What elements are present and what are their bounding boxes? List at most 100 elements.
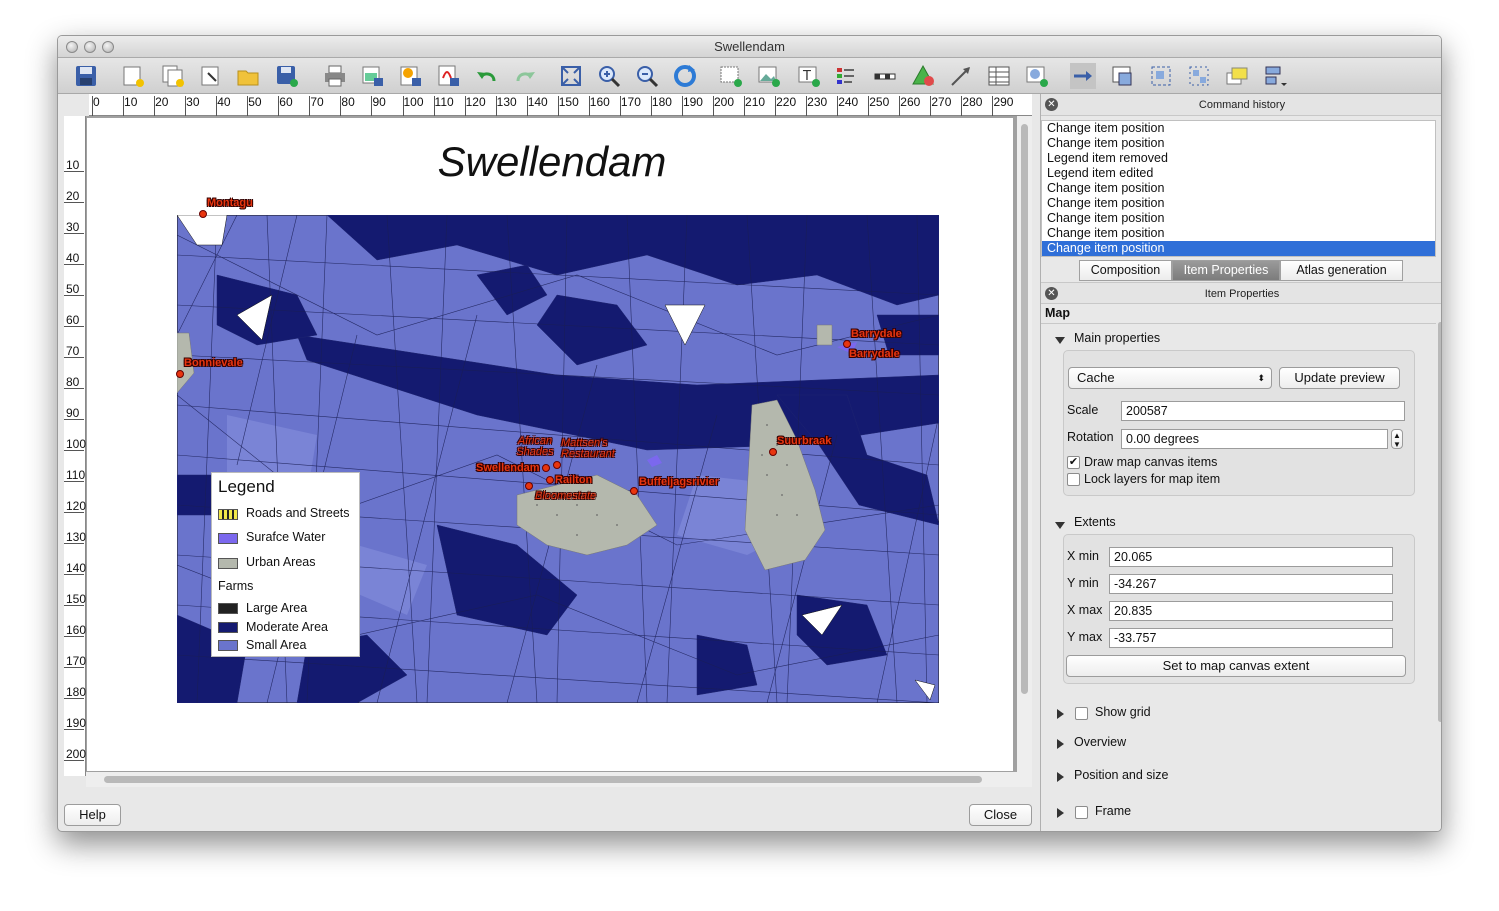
group-icon[interactable] [1148, 63, 1174, 89]
history-item[interactable]: Change item position [1042, 226, 1435, 241]
cache-mode-select[interactable]: Cache ⬍ [1068, 367, 1272, 389]
show-grid-checkbox[interactable] [1075, 707, 1088, 720]
legend-item[interactable]: Legend Roads and Streets Surafce Water U… [211, 472, 360, 657]
tab-composition[interactable]: Composition [1079, 260, 1172, 281]
composer-canvas[interactable]: Swellendam Legend Roads and Streets Sura… [86, 116, 1030, 772]
show-grid-label[interactable]: Show grid [1095, 705, 1151, 719]
properties-scrollbar[interactable] [1436, 320, 1441, 828]
window-title: Swellendam [714, 39, 785, 54]
xmin-field[interactable]: 20.065 [1109, 547, 1393, 567]
add-legend-icon[interactable] [834, 63, 860, 89]
zoom-in-icon[interactable] [596, 63, 622, 89]
scale-label: Scale [1067, 403, 1099, 417]
select-move-icon[interactable] [1070, 63, 1096, 89]
canvas-vertical-scrollbar[interactable] [1017, 116, 1032, 776]
add-html-icon[interactable] [1024, 63, 1050, 89]
overview-header[interactable]: Overview [1074, 735, 1126, 749]
xmax-field[interactable]: 20.835 [1109, 601, 1393, 621]
command-history-list[interactable]: Change item position Change item positio… [1041, 120, 1436, 257]
refresh-icon[interactable] [672, 63, 698, 89]
ruler-label: 10 [66, 158, 80, 172]
zoom-window-button[interactable] [102, 41, 114, 53]
extents-header[interactable]: Extents [1074, 515, 1116, 529]
add-label-icon[interactable]: T [796, 63, 822, 89]
add-image-icon[interactable] [756, 63, 782, 89]
history-item[interactable]: Legend item removed [1042, 151, 1435, 166]
update-preview-button[interactable]: Update preview [1279, 367, 1400, 389]
ruler-label: 200 [714, 95, 735, 109]
composition-title[interactable]: Swellendam [377, 138, 727, 186]
expand-icon[interactable] [1057, 808, 1064, 818]
save-icon[interactable] [73, 63, 99, 89]
close-panel-icon[interactable]: ✕ [1045, 98, 1058, 111]
close-window-button[interactable] [66, 41, 78, 53]
place-label: Barrydale [849, 348, 900, 360]
place-marker [546, 476, 554, 484]
scale-field[interactable]: 200587 [1121, 401, 1405, 421]
add-scalebar-icon[interactable] [872, 63, 898, 89]
export-pdf-icon[interactable] [436, 63, 462, 89]
raise-icon[interactable] [1224, 63, 1250, 89]
history-item-selected[interactable]: Change item position [1042, 241, 1435, 256]
add-shape-icon[interactable] [910, 63, 936, 89]
add-map-icon[interactable] [718, 63, 744, 89]
align-icon[interactable] [1262, 63, 1288, 89]
collapse-icon[interactable] [1055, 522, 1065, 529]
zoom-full-icon[interactable] [558, 63, 584, 89]
place-label: Montagu [207, 197, 253, 209]
history-item[interactable]: Change item position [1042, 136, 1435, 151]
export-svg-icon[interactable] [398, 63, 424, 89]
history-item[interactable]: Change item position [1042, 196, 1435, 211]
set-to-canvas-extent-button[interactable]: Set to map canvas extent [1066, 655, 1406, 677]
ruler-label: 60 [279, 95, 293, 109]
composer-manager-icon[interactable] [198, 63, 224, 89]
close-panel-icon[interactable]: ✕ [1045, 287, 1058, 300]
export-image-icon[interactable] [360, 63, 386, 89]
ruler-label: 200 [66, 747, 87, 761]
ruler-label: 140 [527, 95, 548, 109]
duplicate-composer-icon[interactable] [160, 63, 186, 89]
draw-canvas-items-checkbox[interactable]: ✔ [1067, 456, 1080, 469]
canvas-horizontal-scrollbar[interactable] [86, 772, 1032, 787]
expand-icon[interactable] [1057, 709, 1064, 719]
frame-label[interactable]: Frame [1095, 804, 1131, 818]
move-content-icon[interactable] [1110, 63, 1136, 89]
add-table-icon[interactable] [986, 63, 1012, 89]
expand-icon[interactable] [1057, 739, 1064, 749]
help-button[interactable]: Help [64, 804, 121, 826]
frame-checkbox[interactable] [1075, 806, 1088, 819]
lock-layers-checkbox[interactable] [1067, 473, 1080, 486]
main-properties-header[interactable]: Main properties [1074, 331, 1160, 345]
zoom-out-icon[interactable] [634, 63, 660, 89]
place-marker [553, 461, 561, 469]
ymin-field[interactable]: -34.267 [1109, 574, 1393, 594]
history-item[interactable]: Legend item edited [1042, 166, 1435, 181]
ruler-label: 90 [66, 406, 80, 420]
tab-atlas-generation[interactable]: Atlas generation [1280, 260, 1403, 281]
close-button[interactable]: Close [969, 804, 1032, 826]
rotation-stepper[interactable]: ▲ ▼ [1391, 429, 1403, 449]
undo-icon[interactable] [474, 63, 500, 89]
expand-icon[interactable] [1057, 772, 1064, 782]
legend-label-moderate: Moderate Area [246, 620, 328, 634]
legend-label-small: Small Area [246, 638, 307, 652]
ungroup-icon[interactable] [1186, 63, 1212, 89]
tab-item-properties[interactable]: Item Properties [1172, 260, 1280, 281]
redo-icon[interactable] [512, 63, 538, 89]
history-item[interactable]: Change item position [1042, 211, 1435, 226]
open-template-icon[interactable] [235, 63, 261, 89]
legend-label-urban: Urban Areas [246, 555, 316, 569]
position-size-header[interactable]: Position and size [1074, 768, 1169, 782]
add-arrow-icon[interactable] [948, 63, 974, 89]
minimize-window-button[interactable] [84, 41, 96, 53]
save-template-icon[interactable] [274, 63, 300, 89]
history-item[interactable]: Change item position [1042, 121, 1435, 136]
collapse-icon[interactable] [1055, 337, 1065, 344]
print-icon[interactable] [322, 63, 348, 89]
ymax-field[interactable]: -33.757 [1109, 628, 1393, 648]
history-item[interactable]: Change item position [1042, 181, 1435, 196]
composition-page[interactable]: Swellendam Legend Roads and Streets Sura… [87, 118, 1013, 771]
ruler-label: 280 [962, 95, 983, 109]
new-composer-icon[interactable] [120, 63, 146, 89]
rotation-field[interactable]: 0.00 degrees [1121, 429, 1388, 449]
